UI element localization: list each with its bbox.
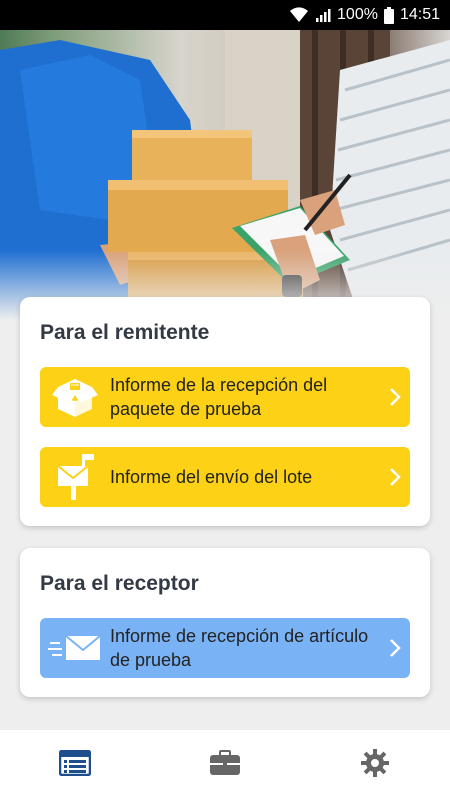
receiver-section-title: Para el receptor [40,572,199,595]
battery-icon [383,6,394,24]
gear-icon [361,748,389,782]
open-package-icon [40,367,110,427]
chevron-right-icon [380,638,410,658]
nav-briefcase-tab[interactable] [175,735,275,795]
test-item-receipt-report-label: Informe de recepción de artículo de prue… [110,626,369,670]
hero-image [0,30,450,320]
chevron-right-icon [380,467,410,487]
status-bar: 100% 14:51 [0,0,450,30]
batch-shipment-report-label: Informe del envío del lote [110,467,313,487]
fast-mail-icon [40,618,110,678]
nav-list-tab[interactable] [25,735,125,795]
signal-icon [315,7,331,23]
chevron-right-icon [380,387,410,407]
test-item-receipt-report-button[interactable]: Informe de recepción de artículo de prue… [40,618,410,678]
status-time: 14:51 [399,6,440,23]
test-package-receipt-report-button[interactable]: Informe de la recepción del paquete de p… [40,367,410,427]
bottom-navigation [0,730,450,800]
list-icon [58,749,92,781]
mailbox-icon [40,447,110,507]
wifi-icon [289,7,309,23]
battery-percentage: 100% [337,6,378,23]
test-package-receipt-report-label: Informe de la recepción del paquete de p… [110,375,328,419]
nav-settings-tab[interactable] [325,735,425,795]
receiver-card: Para el receptor Informe de recepción de… [20,548,430,697]
briefcase-icon [209,749,241,781]
sender-section-title: Para el remitente [40,321,210,344]
sender-card: Para el remitente Informe de la recepció… [20,297,430,526]
batch-shipment-report-button[interactable]: Informe del envío del lote [40,447,410,507]
